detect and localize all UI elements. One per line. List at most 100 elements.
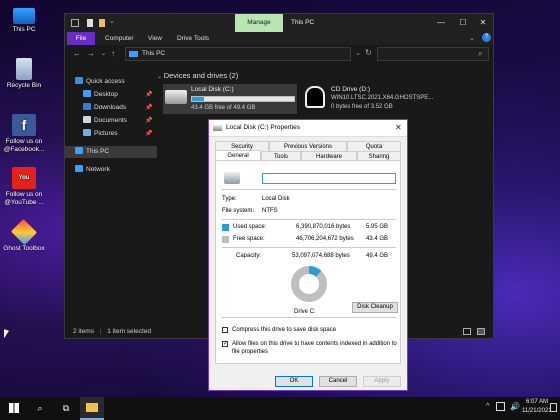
desktop-folder-icon <box>83 90 91 97</box>
quick-access-toolbar-icon[interactable] <box>71 19 79 27</box>
desktop-icon-facebook[interactable]: f Follow us on @Facebook... <box>0 114 48 154</box>
properties-qat-icon[interactable] <box>87 19 93 27</box>
refresh-icon[interactable]: ↻ <box>365 48 372 57</box>
youtube-icon: You <box>12 167 36 189</box>
navigation-pane: Quick access Desktop 📌 Downloads 📌 Docum… <box>65 64 157 326</box>
cancel-button[interactable]: Cancel <box>319 376 357 387</box>
ribbon-tabs: File Computer View Drive Tools ⌄ ? <box>65 32 493 45</box>
sidebar-item-quick-access[interactable]: Quick access <box>75 76 125 88</box>
drive-tile-c[interactable]: Local Disk (C:) 43.4 GB free of 49.4 GB <box>163 84 297 114</box>
drive-tile-d[interactable]: CD Drive (D:) WIN10.LTSC.2021.X64.GHOSTS… <box>303 84 443 114</box>
free-space-bytes: 46,706,204,672 bytes <box>296 236 354 242</box>
sidebar-item-pictures[interactable]: Pictures <box>83 128 117 140</box>
divider <box>222 189 396 190</box>
forward-arrow-icon[interactable]: → <box>87 49 95 58</box>
pin-icon[interactable]: 📌 <box>145 91 152 98</box>
pictures-icon <box>83 129 91 136</box>
expand-ribbon-icon[interactable]: ⌄ <box>469 34 475 42</box>
tab-file[interactable]: File <box>67 32 95 45</box>
dialog-close-button[interactable]: ✕ <box>395 123 402 132</box>
used-space-bytes: 6,390,870,016 bytes <box>296 224 351 230</box>
tab-quota[interactable]: Quota <box>347 141 401 151</box>
search-button[interactable]: ⌕ <box>28 397 52 420</box>
sidebar-item-desktop[interactable]: Desktop <box>83 89 118 101</box>
free-space-label: Free space: <box>233 236 265 242</box>
mouse-cursor-icon <box>4 329 9 340</box>
sidebar-item-this-pc[interactable]: This PC <box>75 146 109 158</box>
index-label-line1: Allow files on this drive to have conten… <box>232 341 397 347</box>
minimize-button[interactable]: — <box>431 14 451 32</box>
capacity-label: Capacity: <box>236 253 262 259</box>
taskbar: ⌕ ⧉ ^ 🔊 6:07 AM 11/21/2021 <box>0 397 560 420</box>
file-explorer-taskbar-button[interactable] <box>80 397 104 420</box>
selected-count: 1 item selected <box>107 328 151 335</box>
properties-dialog: Local Disk (C:) Properties ✕ Security Pr… <box>208 119 408 391</box>
desktop-icon-youtube[interactable]: You Follow us on @YouTube ... <box>0 167 48 207</box>
used-space-swatch <box>222 224 229 231</box>
volume-name-field[interactable] <box>262 173 396 184</box>
desktop-icon-label: Follow us on @YouTube ... <box>4 191 44 206</box>
volume-tray-icon[interactable]: 🔊 <box>510 402 520 411</box>
index-checkbox[interactable]: ✓ <box>222 341 228 347</box>
section-header[interactable]: ⌄ Devices and drives (2) <box>157 71 238 80</box>
clock-date[interactable]: 11/21/2021 <box>522 408 552 414</box>
this-pc-icon <box>75 147 83 154</box>
recycle-bin-icon <box>16 58 32 80</box>
desktop-icon-recycle-bin[interactable]: Recycle Bin <box>0 58 48 90</box>
ok-button[interactable]: OK <box>275 376 313 387</box>
index-label-line2: file properties <box>232 349 269 355</box>
start-button[interactable] <box>2 397 26 420</box>
search-icon: ⌕ <box>478 49 483 58</box>
address-dropdown-icon[interactable]: ⌄ <box>355 49 361 57</box>
help-icon[interactable]: ? <box>482 33 491 42</box>
disk-cleanup-button[interactable]: Disk Cleanup <box>352 302 398 313</box>
tab-previous-versions[interactable]: Previous Versions <box>269 141 347 151</box>
notifications-icon[interactable] <box>550 403 557 412</box>
windows-logo-icon <box>9 403 19 413</box>
divider <box>222 247 396 248</box>
manage-tab[interactable]: Manage <box>235 14 283 32</box>
tab-view[interactable]: View <box>142 32 168 45</box>
folder-icon <box>86 403 98 412</box>
explorer-titlebar: ⌄ Manage This PC — ☐ ✕ <box>65 14 493 32</box>
qat-dropdown-icon[interactable]: ⌄ <box>109 17 115 25</box>
drive-usage-fill <box>192 97 205 101</box>
file-system-value: NTFS <box>262 208 278 214</box>
sidebar-item-network[interactable]: Network <box>75 164 110 176</box>
dialog-titlebar: Local Disk (C:) Properties ✕ <box>209 120 407 137</box>
pin-icon[interactable]: 📌 <box>145 104 152 111</box>
drive-name: CD Drive (D:) <box>331 86 370 93</box>
maximize-button[interactable]: ☐ <box>453 14 473 32</box>
desktop-icon-this-pc[interactable]: This PC <box>0 6 48 34</box>
task-view-button[interactable]: ⧉ <box>54 397 78 420</box>
clock-time[interactable]: 6:07 AM <box>526 399 548 405</box>
search-input[interactable]: ⌕ <box>377 47 489 61</box>
apply-button[interactable]: Apply <box>363 376 401 387</box>
tiles-view-icon[interactable] <box>477 328 485 335</box>
download-icon <box>83 103 91 110</box>
tray-chevron-icon[interactable]: ^ <box>486 403 489 410</box>
drive-title-icon <box>213 125 222 131</box>
new-folder-qat-icon[interactable] <box>99 19 105 27</box>
desktop-icon-label: Recycle Bin <box>6 82 42 89</box>
pin-icon[interactable]: 📌 <box>145 130 152 137</box>
desktop-icon-ghost-toolbox[interactable]: Ghost Toolbox <box>0 218 48 253</box>
free-space-swatch <box>222 236 229 243</box>
sidebar-item-downloads[interactable]: Downloads <box>83 102 126 114</box>
capacity-gb: 49.4 GB <box>366 253 389 259</box>
close-button[interactable]: ✕ <box>473 14 493 32</box>
network-tray-icon[interactable] <box>496 402 505 411</box>
address-bar[interactable]: This PC <box>125 47 351 61</box>
status-divider: | <box>99 328 102 335</box>
sidebar-item-documents[interactable]: Documents <box>83 115 127 127</box>
pin-icon[interactable]: 📌 <box>145 117 152 124</box>
compress-checkbox[interactable] <box>222 327 228 333</box>
tab-computer[interactable]: Computer <box>99 32 140 45</box>
details-view-icon[interactable] <box>463 328 471 335</box>
free-space-gb: 43.4 GB <box>366 236 389 242</box>
back-arrow-icon[interactable]: ← <box>73 49 81 58</box>
tab-drive-tools[interactable]: Drive Tools <box>171 32 215 45</box>
used-space-gb: 5.95 GB <box>366 224 389 230</box>
recent-locations-icon[interactable]: ⌄ <box>101 50 106 57</box>
up-arrow-icon[interactable]: ↑ <box>111 49 115 58</box>
